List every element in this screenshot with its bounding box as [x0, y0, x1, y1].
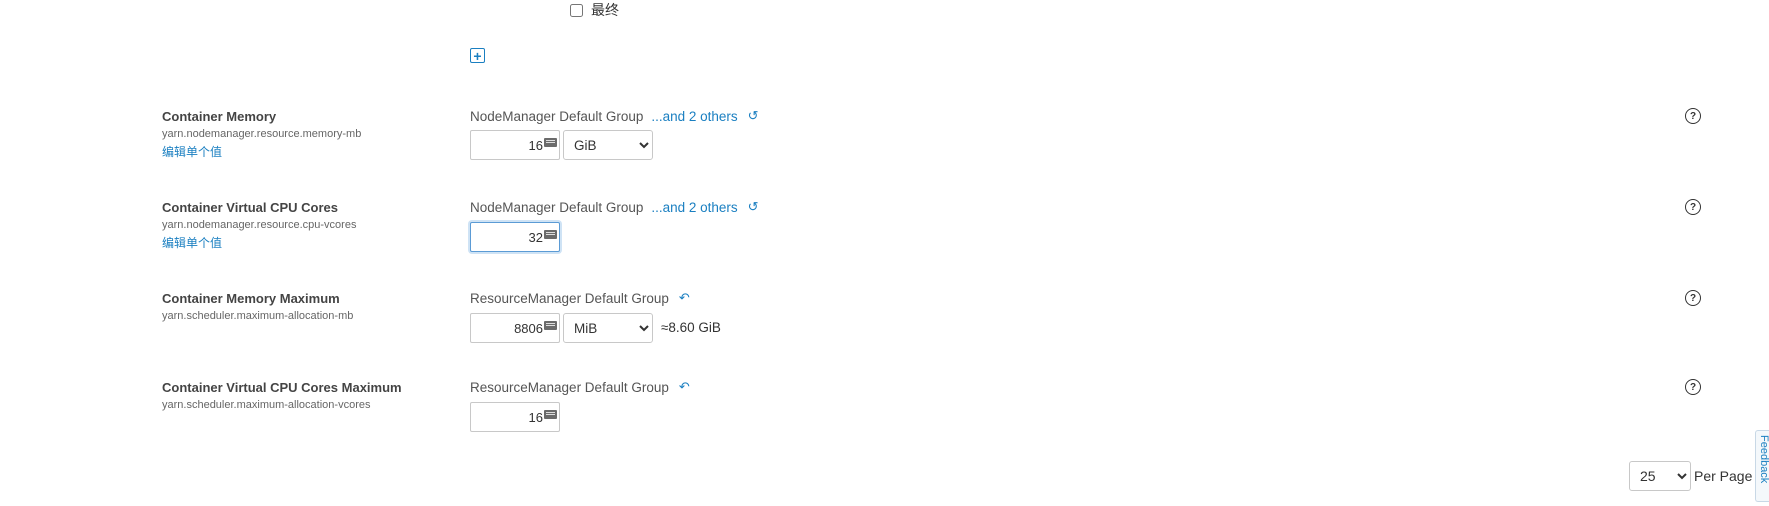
final-checkbox-row: 最终 — [570, 0, 619, 20]
group-name: NodeManager Default Group — [470, 199, 644, 215]
keyboard-icon — [544, 230, 557, 239]
group-line: NodeManager Default Group ...and 2 other… — [470, 199, 759, 215]
group-line: ResourceManager Default Group ↶ — [470, 290, 690, 306]
value-field-wrapper — [470, 402, 560, 432]
property-title: Container Memory — [162, 109, 277, 124]
property-key: yarn.scheduler.maximum-allocation-vcores — [162, 399, 371, 411]
final-checkbox[interactable] — [570, 3, 583, 17]
reply-arrow-icon[interactable]: ↶ — [679, 379, 690, 395]
keyboard-icon — [544, 321, 557, 330]
keyboard-icon — [544, 410, 557, 419]
approx-value: ≈8.60 GiB — [661, 320, 721, 335]
undo-circular-icon[interactable]: ↺ — [748, 199, 759, 215]
group-name: NodeManager Default Group — [470, 108, 644, 124]
edit-single-value-link[interactable]: 编辑单个值 — [162, 143, 222, 160]
group-line: NodeManager Default Group ...and 2 other… — [470, 108, 759, 124]
property-key: yarn.nodemanager.resource.cpu-vcores — [162, 219, 357, 231]
per-page-select[interactable]: 10 25 50 100 — [1629, 461, 1691, 491]
group-line: ResourceManager Default Group ↶ — [470, 379, 690, 395]
undo-circular-icon[interactable]: ↺ — [748, 108, 759, 124]
keyboard-icon — [544, 138, 557, 147]
question-circle-icon[interactable]: ? — [1685, 379, 1701, 395]
others-link[interactable]: ...and 2 others — [651, 200, 737, 215]
property-key: yarn.nodemanager.resource.memory-mb — [162, 128, 362, 140]
value-field-wrapper — [470, 130, 560, 160]
per-page-label: Per Page — [1694, 468, 1753, 484]
group-name: ResourceManager Default Group — [470, 379, 669, 395]
group-name: ResourceManager Default Group — [470, 290, 669, 306]
reply-arrow-icon[interactable]: ↶ — [679, 290, 690, 306]
property-key: yarn.scheduler.maximum-allocation-mb — [162, 310, 354, 322]
value-field-wrapper — [470, 222, 560, 252]
container-memory-unit-select[interactable]: B KiB MiB GiB — [563, 130, 653, 160]
value-field-wrapper — [470, 313, 560, 343]
container-memory-max-unit-select[interactable]: B KiB MiB GiB — [563, 313, 653, 343]
property-title: Container Memory Maximum — [162, 291, 340, 306]
final-label: 最终 — [591, 2, 619, 18]
edit-single-value-link[interactable]: 编辑单个值 — [162, 234, 222, 251]
question-circle-icon[interactable]: ? — [1685, 108, 1701, 124]
property-title: Container Virtual CPU Cores — [162, 200, 339, 215]
property-title: Container Virtual CPU Cores Maximum — [162, 380, 402, 395]
feedback-tab[interactable]: Feedback — [1755, 430, 1769, 502]
plus-square-icon[interactable]: + — [470, 48, 485, 63]
question-circle-icon[interactable]: ? — [1685, 290, 1701, 306]
others-link[interactable]: ...and 2 others — [651, 109, 737, 124]
question-circle-icon[interactable]: ? — [1685, 199, 1701, 215]
feedback-label: Feedback — [1758, 435, 1769, 484]
